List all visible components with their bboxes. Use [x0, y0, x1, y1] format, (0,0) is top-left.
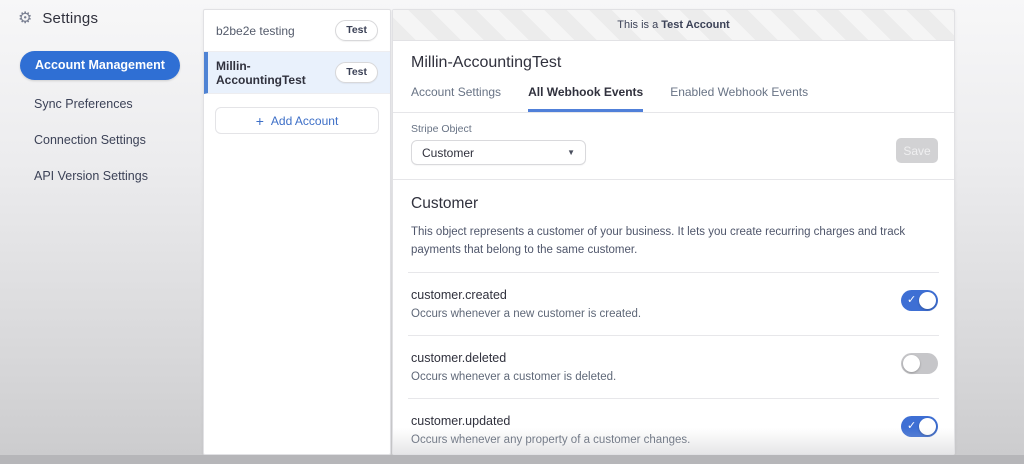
- account-name: b2be2e testing: [216, 24, 295, 38]
- event-name: customer.deleted: [411, 351, 616, 365]
- event-row-customer-updated: customer.updated Occurs whenever any prop…: [393, 399, 954, 455]
- toggle-knob: [903, 355, 920, 372]
- event-row-customer-deleted: customer.deleted Occurs whenever a custom…: [393, 336, 954, 398]
- banner-bold-text: Test Account: [661, 19, 729, 31]
- add-account-label: Add Account: [271, 114, 338, 128]
- sidebar-nav: Account Management Sync Preferences Connec…: [0, 51, 200, 205]
- bottom-edge: [0, 455, 1024, 464]
- stripe-object-controls: Stripe Object Customer ▼ Save: [393, 113, 954, 180]
- stripe-object-label: Stripe Object: [411, 123, 936, 135]
- account-row-b2be2e-testing[interactable]: b2be2e testing Test: [204, 10, 390, 52]
- account-title: Millin-AccountingTest: [411, 54, 936, 72]
- tab-account-settings[interactable]: Account Settings: [411, 85, 501, 112]
- tab-enabled-webhook-events[interactable]: Enabled Webhook Events: [670, 85, 808, 112]
- add-account-button[interactable]: + Add Account: [215, 107, 379, 134]
- event-info: customer.created Occurs whenever a new cu…: [411, 288, 641, 320]
- settings-sidebar: ⚙ Settings Account Management Sync Prefer…: [0, 0, 200, 205]
- event-info: customer.updated Occurs whenever any prop…: [411, 414, 690, 446]
- webhook-events-list: customer.created Occurs whenever a new cu…: [393, 272, 954, 455]
- tab-all-webhook-events[interactable]: All Webhook Events: [528, 85, 643, 112]
- event-info: customer.deleted Occurs whenever a custom…: [411, 351, 616, 383]
- stripe-object-select[interactable]: Customer ▼: [411, 140, 586, 165]
- selected-object-value: Customer: [422, 146, 474, 160]
- plus-icon: +: [256, 114, 264, 128]
- toggle-knob: [919, 292, 936, 309]
- event-description: Occurs whenever any property of a custom…: [411, 434, 690, 446]
- sidebar-item-account-management[interactable]: Account Management: [20, 51, 180, 80]
- event-description: Occurs whenever a new customer is create…: [411, 308, 641, 320]
- accounts-card: b2be2e testingTestMillin-AccountingTestT…: [203, 9, 391, 455]
- chevron-down-icon: ▼: [567, 148, 575, 157]
- tab-bar: Account Settings All Webhook Events Enable…: [411, 85, 936, 112]
- object-title: Customer: [411, 195, 936, 213]
- check-icon: ✓: [907, 419, 916, 433]
- accounts-list: b2be2e testingTestMillin-AccountingTestT…: [204, 10, 390, 94]
- gear-icon: ⚙: [18, 11, 32, 27]
- page-title: Settings: [42, 10, 98, 27]
- account-name: Millin-AccountingTest: [216, 59, 335, 87]
- toggle-knob: [919, 418, 936, 435]
- toggle-customer-updated[interactable]: ✓: [901, 416, 938, 437]
- event-row-customer-created: customer.created Occurs whenever a new cu…: [393, 273, 954, 335]
- sidebar-item-sync-preferences[interactable]: Sync Preferences: [20, 97, 133, 111]
- test-mode-badge: Test: [335, 20, 378, 41]
- sidebar-header: ⚙ Settings: [0, 0, 200, 27]
- banner-text: This is a: [617, 19, 658, 31]
- sidebar-item-connection-settings[interactable]: Connection Settings: [20, 133, 146, 147]
- event-description: Occurs whenever a customer is deleted.: [411, 371, 616, 383]
- settings-page: ⚙ Settings Account Management Sync Prefer…: [0, 0, 1024, 464]
- toggle-customer-deleted[interactable]: [901, 353, 938, 374]
- event-name: customer.created: [411, 288, 641, 302]
- account-detail-panel: This is a Test Account Millin-Accounting…: [392, 9, 955, 455]
- panel-header: Millin-AccountingTest Account Settings Al…: [393, 41, 954, 113]
- account-row-millin-accountingtest[interactable]: Millin-AccountingTestTest: [204, 52, 390, 94]
- sidebar-item-api-version-settings[interactable]: API Version Settings: [20, 169, 148, 183]
- event-name: customer.updated: [411, 414, 690, 428]
- test-mode-badge: Test: [335, 62, 378, 83]
- save-button[interactable]: Save: [896, 138, 938, 163]
- test-account-banner: This is a Test Account: [393, 10, 954, 41]
- check-icon: ✓: [907, 293, 916, 307]
- toggle-customer-created[interactable]: ✓: [901, 290, 938, 311]
- object-section: Customer This object represents a custom…: [393, 180, 954, 272]
- object-description: This object represents a customer of you…: [411, 223, 936, 260]
